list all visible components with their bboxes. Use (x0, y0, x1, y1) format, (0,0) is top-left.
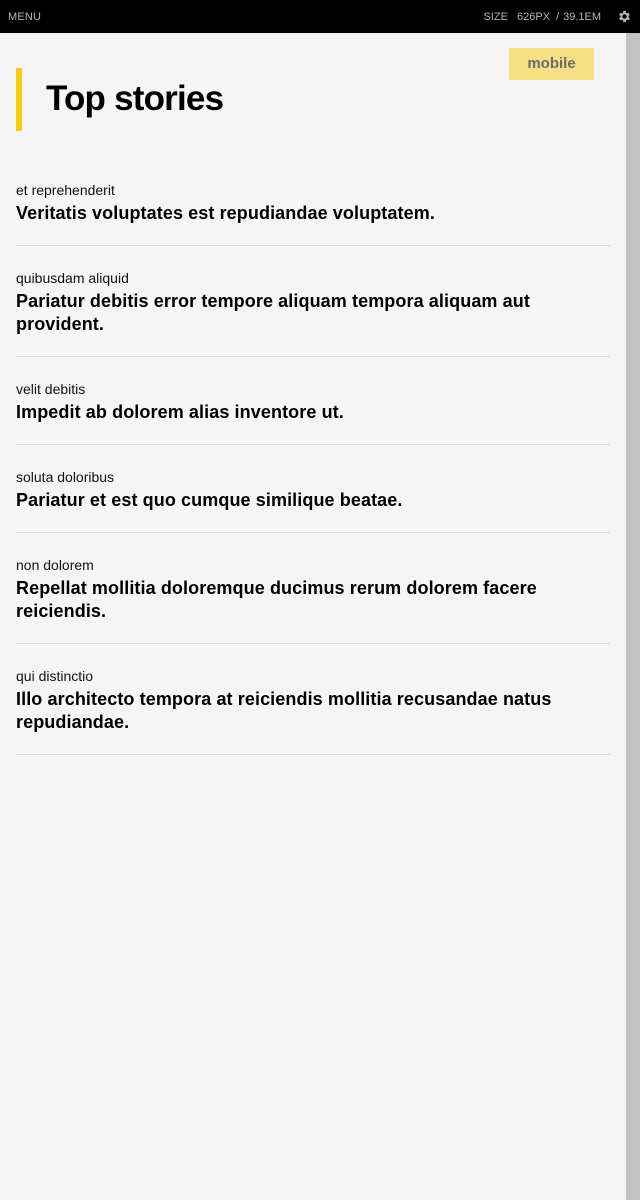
size-separator: / (556, 11, 560, 23)
story-title[interactable]: Pariatur debitis error tempore aliquam t… (16, 290, 610, 336)
size-label: SIZE (483, 11, 508, 23)
scrollbar[interactable] (626, 33, 640, 1200)
story-kicker: velit debitis (16, 381, 86, 397)
gear-icon[interactable] (617, 9, 632, 24)
story-item[interactable]: velit debitis Impedit ab dolorem alias i… (16, 379, 610, 445)
story-kicker: qui distinctio (16, 668, 94, 684)
heading-accent-bar: Top stories (16, 68, 224, 131)
story-title[interactable]: Illo architecto tempora at reiciendis mo… (16, 688, 610, 734)
story-title[interactable]: Pariatur et est quo cumque similique bea… (16, 489, 610, 512)
story-kicker: quibusdam aliquid (16, 270, 129, 286)
menu-button[interactable]: MENU (8, 11, 41, 23)
story-item[interactable]: et reprehenderit Veritatis voluptates es… (16, 180, 610, 246)
story-title[interactable]: Repellat mollitia doloremque ducimus rer… (16, 577, 610, 623)
story-kicker: non dolorem (16, 557, 94, 573)
story-item[interactable]: quibusdam aliquid Pariatur debitis error… (16, 268, 610, 357)
preview-viewport: mobile Top stories et reprehenderit Veri… (0, 33, 626, 1200)
story-kicker: et reprehenderit (16, 182, 115, 198)
story-item[interactable]: qui distinctio Illo architecto tempora a… (16, 666, 610, 755)
viewport-size-readout: SIZE 626PX /39.1EM (483, 11, 601, 23)
size-px-value: 626PX (516, 11, 551, 23)
story-item[interactable]: soluta doloribus Pariatur et est quo cum… (16, 467, 610, 533)
story-kicker: soluta doloribus (16, 469, 115, 485)
story-title[interactable]: Veritatis voluptates est repudiandae vol… (16, 202, 610, 225)
size-em-value: 39.1EM (563, 11, 601, 23)
story-list: et reprehenderit Veritatis voluptates es… (16, 180, 610, 777)
story-item[interactable]: non dolorem Repellat mollitia doloremque… (16, 555, 610, 644)
top-toolbar: MENU SIZE 626PX /39.1EM (0, 0, 640, 33)
story-title[interactable]: Impedit ab dolorem alias inventore ut. (16, 401, 610, 424)
page-title: Top stories (46, 79, 224, 118)
breakpoint-badge: mobile (509, 48, 594, 80)
